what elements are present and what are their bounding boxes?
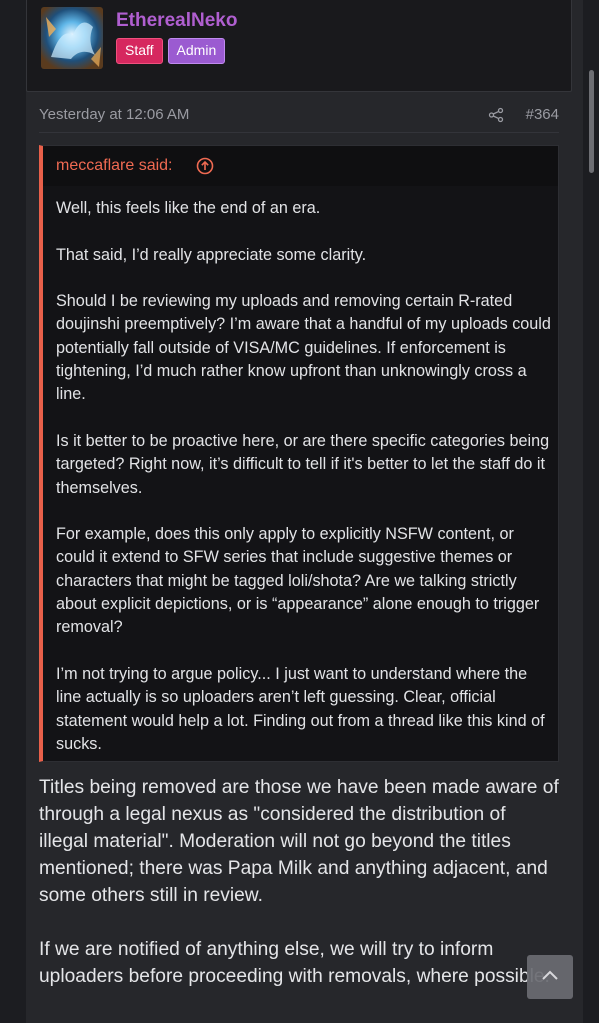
- quote-paragraph: For example, does this only apply to exp…: [56, 525, 540, 637]
- quote-paragraph: I’m not trying to argue policy... I just…: [56, 664, 545, 753]
- chevron-up-icon: [540, 968, 560, 987]
- post-body: Titles being removed are those we have b…: [39, 774, 559, 1017]
- quote-paragraph: That said, I’d really appreciate some cl…: [56, 245, 367, 264]
- post-paragraph: Titles being removed are those we have b…: [39, 777, 559, 906]
- post-timestamp[interactable]: Yesterday at 12:06 AM: [39, 106, 189, 123]
- post-paragraph: If we are notified of anything else, we …: [39, 939, 550, 987]
- quote-paragraph: Is it better to be proactive here, or ar…: [56, 431, 550, 497]
- post-meta: Yesterday at 12:06 AM #364: [39, 104, 559, 133]
- quote-paragraph: Well, this feels like the end of an era.: [56, 199, 321, 217]
- username[interactable]: EtherealNeko: [116, 10, 237, 32]
- quote-paragraph: Should I be reviewing my uploads and rem…: [56, 292, 551, 404]
- staff-badge: Staff: [116, 38, 163, 64]
- scroll-to-top-button[interactable]: [527, 955, 573, 999]
- quote-header: meccaflare said:: [43, 146, 558, 186]
- quote-block: meccaflare said: Well, this feels like t…: [39, 145, 559, 762]
- arrow-up-circle-icon[interactable]: [196, 157, 214, 175]
- user-badges: Staff Admin: [116, 38, 226, 64]
- share-icon[interactable]: [488, 107, 504, 123]
- quote-body: Well, this feels like the end of an era.…: [56, 197, 551, 779]
- avatar[interactable]: [41, 7, 103, 69]
- page-background: EtherealNeko Staff Admin Yesterday at 12…: [0, 0, 599, 1023]
- quote-author[interactable]: meccaflare said:: [56, 157, 173, 175]
- scrollbar-thumb[interactable]: [589, 70, 594, 173]
- post-number-link[interactable]: #364: [526, 106, 559, 123]
- admin-badge: Admin: [167, 38, 226, 64]
- user-info-block: EtherealNeko Staff Admin: [26, 0, 572, 92]
